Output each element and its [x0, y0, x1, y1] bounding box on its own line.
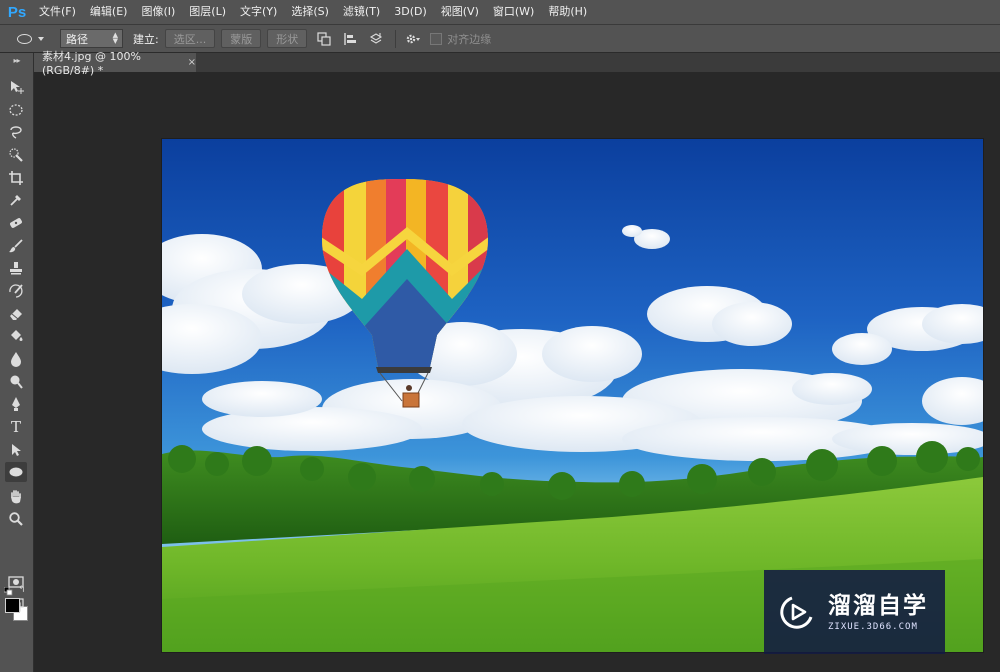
path-selection-tool-icon	[12, 444, 21, 456]
menu-3d[interactable]: 3D(D)	[387, 0, 434, 24]
menu-type[interactable]: 文字(Y)	[233, 0, 284, 24]
healing-brush-tool[interactable]	[5, 213, 27, 233]
menu-layer[interactable]: 图层(L)	[182, 0, 233, 24]
path-arrangement-icon	[370, 32, 383, 44]
dodge-tool[interactable]	[5, 372, 27, 392]
chevron-down-icon	[37, 36, 44, 41]
hand-tool[interactable]	[5, 487, 27, 507]
watermark: 溜溜自学 ZIXUE.3D66.COM	[764, 570, 945, 654]
menu-select[interactable]: 选择(S)	[284, 0, 336, 24]
watermark-title: 溜溜自学	[828, 593, 928, 619]
menu-image[interactable]: 图像(I)	[134, 0, 182, 24]
menu-view[interactable]: 视图(V)	[434, 0, 486, 24]
lasso-tool-icon	[10, 126, 22, 139]
clone-stamp-tool[interactable]	[5, 258, 27, 278]
updown-arrows-icon: ▲ ▼	[112, 31, 118, 45]
eyedropper-tool-icon	[10, 195, 21, 206]
brush-tool[interactable]	[5, 236, 27, 256]
clone-stamp-tool-icon	[10, 262, 22, 275]
document-tab[interactable]: 素材4.jpg @ 100%(RGB/8#) * ×	[34, 50, 196, 77]
history-brush-tool[interactable]	[5, 281, 27, 301]
ellipse-tool[interactable]	[5, 462, 27, 482]
menu-edit[interactable]: 编辑(E)	[83, 0, 135, 24]
paint-bucket-tool[interactable]	[5, 326, 27, 346]
pen-tool-icon	[12, 397, 20, 411]
type-tool-icon: T	[10, 418, 21, 436]
watermark-subtitle: ZIXUE.3D66.COM	[828, 622, 918, 632]
quick-selection-tool[interactable]	[5, 145, 27, 165]
quick-mask-mode-button[interactable]	[5, 572, 27, 592]
pen-tool[interactable]	[5, 394, 27, 414]
path-operations-button[interactable]	[315, 30, 333, 48]
photoshop-logo: Ps	[7, 3, 27, 21]
make-mask-button[interactable]: 蒙版	[221, 29, 262, 48]
foreground-color-swatch[interactable]	[5, 598, 20, 613]
tool-mode-select[interactable]: 路径 ▲ ▼	[60, 29, 123, 48]
marquee-tool[interactable]	[5, 100, 27, 120]
menu-bar: Ps 文件(F) 编辑(E) 图像(I) 图层(L) 文字(Y) 选择(S) 滤…	[0, 0, 1000, 25]
crop-tool-icon	[9, 171, 23, 185]
brush-tool-icon	[9, 239, 23, 253]
menu-window[interactable]: 窗口(W)	[486, 0, 541, 24]
blur-tool[interactable]	[5, 349, 27, 369]
play-logo-icon	[780, 596, 813, 629]
divider	[395, 29, 397, 48]
marquee-tool-icon	[9, 104, 23, 116]
align-edges-checkbox[interactable]	[430, 32, 443, 45]
tools-panel: ▸▸ T ↰	[0, 53, 34, 672]
healing-brush-tool-icon	[10, 218, 22, 228]
menu-file[interactable]: 文件(F)	[32, 0, 83, 24]
make-shape-button[interactable]: 形状	[267, 29, 308, 48]
quick-selection-tool-icon	[9, 148, 23, 162]
history-brush-tool-icon	[9, 284, 23, 298]
tool-mode-value: 路径	[66, 32, 88, 46]
type-tool[interactable]: T	[5, 417, 27, 437]
menu-help[interactable]: 帮助(H)	[541, 0, 594, 24]
panel-collapse-grip[interactable]: ▸▸	[0, 53, 33, 67]
close-icon[interactable]: ×	[188, 57, 196, 68]
dodge-tool-icon	[10, 375, 23, 389]
eyedropper-tool[interactable]	[5, 190, 27, 210]
ellipse-tool-icon	[16, 33, 32, 44]
path-alignment-icon	[344, 32, 357, 45]
zoom-tool[interactable]	[5, 509, 27, 529]
path-arrangement-button[interactable]	[367, 30, 385, 48]
paint-bucket-tool-icon	[11, 330, 23, 341]
build-label: 建立:	[133, 32, 159, 46]
ellipse-tool-icon	[9, 467, 23, 477]
eraser-tool-icon	[10, 309, 22, 320]
quick-mask-icon	[8, 576, 24, 588]
move-tool-icon	[11, 81, 24, 94]
menu-filter[interactable]: 滤镜(T)	[336, 0, 387, 24]
eraser-tool[interactable]	[5, 304, 27, 324]
make-selection-button[interactable]: 选区...	[164, 29, 216, 48]
hand-tool-icon	[11, 490, 21, 504]
document-tab-bar: 素材4.jpg @ 100%(RGB/8#) * ×	[34, 50, 1000, 77]
move-tool[interactable]	[5, 77, 27, 97]
path-operations-icon	[317, 31, 331, 46]
crop-tool[interactable]	[5, 168, 27, 188]
path-alignment-button[interactable]	[341, 30, 359, 48]
path-selection-tool[interactable]	[5, 440, 27, 460]
gear-icon	[406, 34, 421, 43]
geometry-options-button[interactable]	[404, 30, 422, 48]
blur-tool-icon	[11, 352, 21, 367]
zoom-tool-icon	[9, 512, 23, 526]
document-tab-title: 素材4.jpg @ 100%(RGB/8#) *	[42, 50, 141, 77]
tool-preset-picker[interactable]	[10, 29, 50, 49]
align-edges-label: 对齐边缘	[447, 32, 492, 46]
lasso-tool[interactable]	[5, 122, 27, 142]
